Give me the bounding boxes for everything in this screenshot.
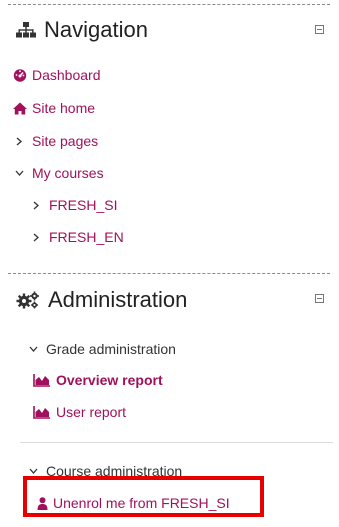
nav-item-dashboard[interactable]: Dashboard — [12, 67, 101, 83]
navigation-collapse-button[interactable] — [315, 25, 324, 34]
highlight-box — [23, 476, 264, 517]
cogs-icon — [16, 291, 40, 309]
home-icon — [12, 102, 28, 115]
chevron-down-icon — [14, 170, 24, 176]
dashboard-icon — [12, 68, 28, 82]
grade-administration-label: Grade administration — [46, 341, 176, 357]
administration-collapse-button[interactable] — [315, 294, 324, 303]
nav-item-site-pages[interactable]: Site pages — [14, 133, 98, 149]
administration-title-text: Administration — [48, 287, 188, 312]
nav-item-label: My courses — [32, 165, 104, 181]
grade-administration-node[interactable]: Grade administration — [28, 341, 176, 357]
administration-block-border — [8, 273, 330, 274]
nav-item-label: Site home — [32, 100, 96, 116]
navigation-block: Navigation Dashboard Site home Site page… — [8, 0, 330, 270]
chevron-right-icon — [14, 137, 24, 146]
chevron-right-icon — [31, 233, 41, 242]
divider — [20, 442, 333, 443]
nav-item-my-courses[interactable]: My courses — [14, 165, 104, 181]
nav-item-label: Site pages — [32, 133, 99, 149]
nav-item-fresh-en[interactable]: FRESH_EN — [31, 229, 124, 245]
chevron-down-icon — [28, 346, 38, 352]
user-report-label: User report — [56, 404, 127, 420]
administration-title: Administration — [16, 287, 187, 313]
navigation-title-text: Navigation — [44, 17, 148, 42]
user-report-link[interactable]: User report — [32, 404, 126, 420]
chevron-right-icon — [31, 201, 41, 210]
sitemap-icon — [16, 22, 36, 38]
area-chart-icon — [32, 405, 52, 419]
navigation-title: Navigation — [16, 17, 148, 43]
overview-report-link[interactable]: Overview report — [32, 372, 163, 388]
navigation-block-border — [8, 4, 330, 5]
overview-report-label: Overview report — [56, 372, 163, 388]
nav-item-fresh-si[interactable]: FRESH_SI — [31, 197, 117, 213]
nav-item-label: FRESH_SI — [49, 197, 118, 213]
chevron-down-icon — [28, 468, 38, 474]
nav-item-site-home[interactable]: Site home — [12, 100, 95, 116]
area-chart-icon — [32, 373, 52, 387]
nav-item-label: FRESH_EN — [49, 229, 124, 245]
nav-item-label: Dashboard — [32, 67, 101, 83]
